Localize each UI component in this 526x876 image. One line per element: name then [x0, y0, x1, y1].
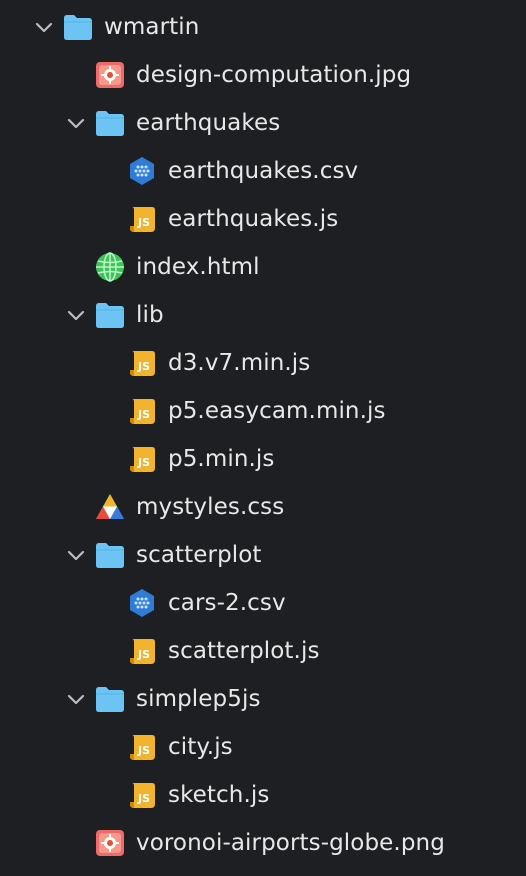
tree-item-label: design-computation.jpg [136, 62, 412, 88]
csv-icon [126, 155, 158, 187]
tree-item-label: simplep5js [136, 686, 261, 712]
tree-row-sketch-js[interactable]: JS sketch.js [0, 771, 526, 819]
svg-text:JS: JS [137, 408, 150, 421]
js-icon: JS [126, 443, 158, 475]
folder-icon [94, 107, 126, 139]
tree-item-label: scatterplot [136, 542, 262, 568]
js-icon: JS [126, 779, 158, 811]
tree-row-city-js[interactable]: JS city.js [0, 723, 526, 771]
folder-icon [94, 299, 126, 331]
tree-row-mystyles-css[interactable]: mystyles.css [0, 483, 526, 531]
tree-item-label: earthquakes.csv [168, 158, 359, 184]
tree-item-label: voronoi-airports-globe.png [136, 830, 445, 856]
tree-item-label: index.html [136, 254, 260, 280]
tree-row-voronoi-png[interactable]: voronoi-airports-globe.png [0, 819, 526, 867]
tree-item-label: mystyles.css [136, 494, 285, 520]
tree-item-label: earthquakes.js [168, 206, 339, 232]
tree-item-label: wmartin [104, 14, 200, 40]
tree-row-design-computation-jpg[interactable]: design-computation.jpg [0, 51, 526, 99]
chevron-down-icon[interactable] [65, 112, 87, 134]
tree-item-label: sketch.js [168, 782, 270, 808]
js-icon: JS [126, 731, 158, 763]
tree-row-scatterplot[interactable]: scatterplot [0, 531, 526, 579]
folder-icon [62, 11, 94, 43]
css-icon [94, 491, 126, 523]
tree-row-p5-min-js[interactable]: JS p5.min.js [0, 435, 526, 483]
folder-icon [94, 539, 126, 571]
chevron-down-icon[interactable] [65, 304, 87, 326]
globe-icon [94, 251, 126, 283]
tree-item-label: city.js [168, 734, 233, 760]
tree-row-p5-easycam-js[interactable]: JS p5.easycam.min.js [0, 387, 526, 435]
chevron-down-icon[interactable] [65, 544, 87, 566]
svg-text:JS: JS [137, 792, 150, 805]
tree-row-earthquakes[interactable]: earthquakes [0, 99, 526, 147]
tree-row-d3-js[interactable]: JS d3.v7.min.js [0, 339, 526, 387]
chevron-down-icon[interactable] [33, 16, 55, 38]
folder-icon [94, 683, 126, 715]
tree-row-index-html[interactable]: index.html [0, 243, 526, 291]
image-icon [94, 59, 126, 91]
tree-item-label: lib [136, 302, 164, 328]
tree-item-label: d3.v7.min.js [168, 350, 311, 376]
file-tree: wmartin design-computation.jpg earthquak… [0, 0, 526, 876]
tree-row-cars-csv[interactable]: cars-2.csv [0, 579, 526, 627]
tree-row-earthquakes-js[interactable]: JS earthquakes.js [0, 195, 526, 243]
svg-text:JS: JS [137, 744, 150, 757]
tree-item-label: p5.easycam.min.js [168, 398, 386, 424]
tree-item-label: cars-2.csv [168, 590, 286, 616]
tree-row-lib[interactable]: lib [0, 291, 526, 339]
image-icon [94, 827, 126, 859]
svg-text:JS: JS [137, 648, 150, 661]
chevron-down-icon[interactable] [65, 688, 87, 710]
js-icon: JS [126, 395, 158, 427]
js-icon: JS [126, 347, 158, 379]
svg-text:JS: JS [137, 360, 150, 373]
csv-icon [126, 587, 158, 619]
js-icon: JS [126, 635, 158, 667]
js-icon: JS [126, 203, 158, 235]
tree-row-scatterplot-js[interactable]: JS scatterplot.js [0, 627, 526, 675]
svg-text:JS: JS [137, 216, 150, 229]
svg-text:JS: JS [137, 456, 150, 469]
tree-item-label: earthquakes [136, 110, 281, 136]
tree-row-earthquakes-csv[interactable]: earthquakes.csv [0, 147, 526, 195]
tree-row-wmartin[interactable]: wmartin [0, 3, 526, 51]
tree-item-label: scatterplot.js [168, 638, 320, 664]
tree-item-label: p5.min.js [168, 446, 275, 472]
tree-row-simplep5js[interactable]: simplep5js [0, 675, 526, 723]
